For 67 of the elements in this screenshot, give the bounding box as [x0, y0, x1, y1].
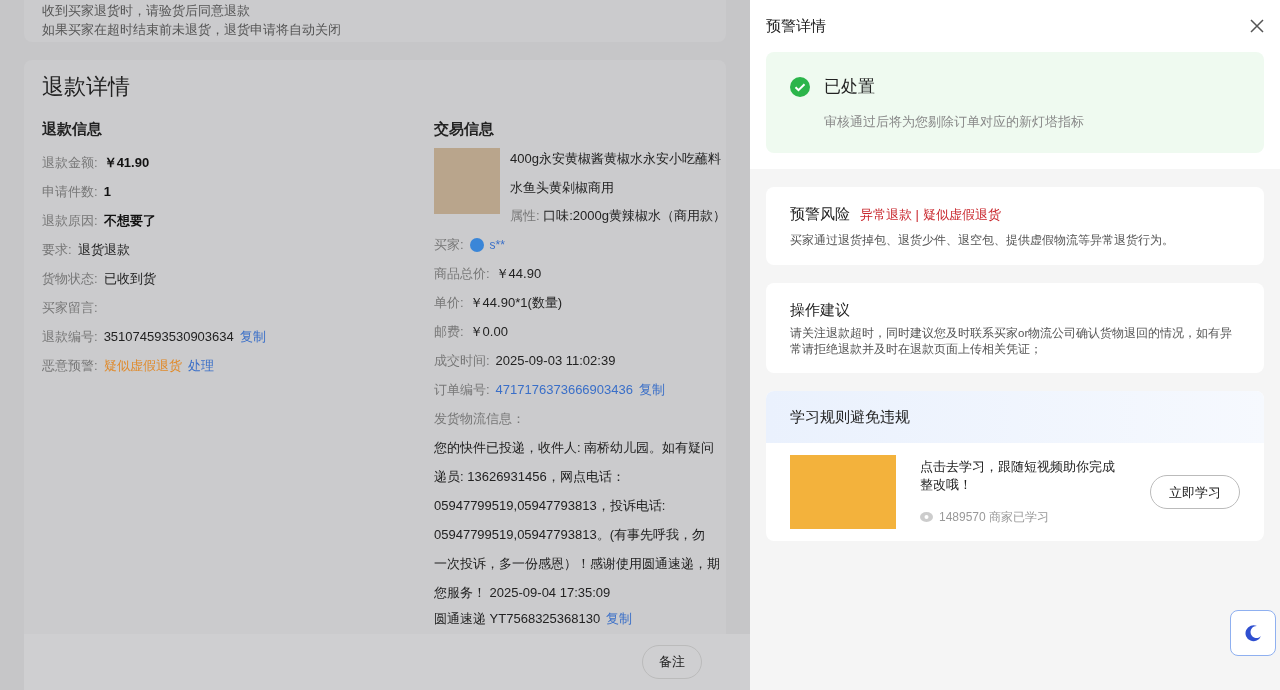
field-value: 4717176373666903436 [495, 380, 633, 399]
field-value: 2025-09-03 11:02:39 [495, 351, 616, 370]
field-label: 邮费: [434, 322, 464, 341]
card-title: 学习规则避免违规 [790, 407, 910, 427]
field-value: 351074593530903634 [103, 327, 234, 346]
avatar-icon [469, 237, 484, 252]
field-label: 买家: [434, 235, 464, 254]
view-count: 1489570 商家已学习 [939, 509, 1050, 527]
product-photo [434, 148, 500, 214]
product-title: 水鱼头黄剁椒商用 [510, 179, 614, 197]
logistics-text: 一次投诉，多一份感恩）！感谢使用圆通速递，期 [434, 555, 720, 573]
logistics-text: 您服务！ 2025-09-04 17:35:09 [434, 584, 611, 602]
notice-text: 如果买家在超时结束前未退货，退货申请将自动关闭 [42, 21, 341, 39]
field-label: 订单编号: [434, 380, 490, 399]
field-label: 买家留言: [42, 298, 98, 317]
field-label: 申请件数: [42, 182, 98, 201]
field-value: 已收到货 [103, 269, 156, 288]
status-title: 已处置 [824, 76, 875, 98]
page-title: 退款详情 [42, 73, 130, 101]
risk-description: 买家通过退货掉包、退货少件、退空包、提供虚假物流等异常退货行为。 [790, 232, 1175, 248]
action-link[interactable]: 处理 [187, 355, 214, 376]
crescent-icon [1243, 623, 1263, 643]
notice-text: 收到买家退货时，请验货后同意退款 [42, 2, 250, 20]
risk-tags: 异常退款 | 疑似虚假退货 [860, 204, 1001, 224]
field-label: 退款原因: [42, 211, 98, 230]
learn-now-button[interactable]: 立即学习 [1150, 475, 1240, 510]
field-label: 货物状态: [42, 269, 98, 288]
logistics-text: 递员: 13626931456，网点电话： [434, 468, 625, 486]
field-label: 退款金额: [42, 153, 98, 172]
check-circle-icon [790, 76, 810, 97]
field-label: 成交时间: [434, 351, 490, 370]
logistics-text: 05947799519,05947793813。(有事先呼我，勿 [434, 526, 705, 544]
tracking-number: 圆通速递 YT7568325368130 [434, 610, 601, 629]
copy-link[interactable]: 复制 [606, 609, 633, 629]
drawer-title: 预警详情 [766, 15, 826, 36]
eye-icon [920, 512, 933, 523]
card-title: 预警风险 [790, 204, 850, 224]
action-link[interactable]: 复制 [239, 326, 266, 347]
status-description: 审核通过后将为您剔除订单对应的新灯塔指标 [823, 112, 1085, 131]
section-heading: 退款信息 [42, 119, 102, 139]
assistant-button[interactable] [1230, 610, 1276, 656]
close-icon[interactable] [1250, 19, 1264, 33]
learning-text: 点击去学习，跟随短视频助你完成整改哦！ [920, 458, 1116, 495]
field-value: ￥44.90 [495, 264, 542, 283]
field-value: ￥41.90 [103, 153, 150, 172]
field-value: ￥44.90*1(数量) [469, 293, 563, 312]
product-attribute: 属性: 口味:2000g黄辣椒水（商用款） [510, 207, 726, 225]
field-value: 1 [103, 182, 111, 201]
product-title: 400g永安黄椒酱黄椒水永安小吃蘸料 [510, 150, 721, 168]
field-label: 单价: [434, 293, 464, 312]
field-value: 疑似虚假退货 [103, 356, 182, 375]
field-value: 退货退款 [77, 240, 130, 259]
note-button[interactable]: 备注 [642, 645, 702, 679]
field-label: 商品总价: [434, 264, 490, 283]
card-title: 操作建议 [790, 299, 851, 320]
logistics-text: 您的快件已投递，收件人: 南桥幼儿园。如有疑问 [434, 439, 715, 457]
field-label: 发货物流信息： [434, 410, 525, 428]
field-label: 退款编号: [42, 327, 98, 346]
action-link[interactable]: 复制 [639, 379, 665, 400]
buyer-name-link[interactable]: s** [489, 235, 505, 254]
field-value: 不想要了 [103, 211, 156, 230]
logistics-text: 05947799519,05947793813，投诉电话: [434, 497, 666, 515]
advice-description: 请关注退款超时，同时建议您及时联系买家or物流公司确认货物退回的情况，如有异常请拒绝退款并及时在退款页面上传相关凭证； [790, 326, 1234, 358]
field-value: ￥0.00 [469, 322, 508, 341]
field-label: 要求: [42, 240, 72, 259]
field-label: 恶意预警: [42, 356, 98, 375]
section-heading: 交易信息 [434, 119, 494, 139]
